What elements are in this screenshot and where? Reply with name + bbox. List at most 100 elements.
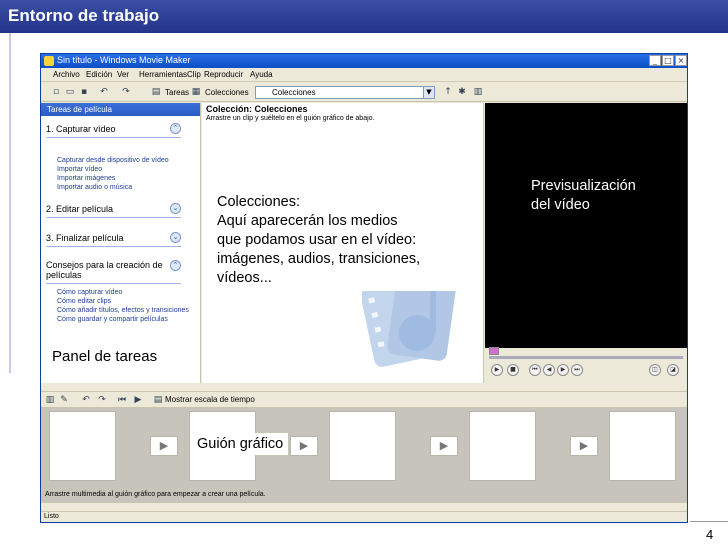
redo-icon[interactable]: ↷ [97, 395, 107, 405]
rewind-storyboard-icon[interactable]: ⏮ [117, 395, 127, 405]
slide-title: Entorno de trabajo [8, 6, 160, 25]
storyboard-toolbar: ▥ ✎ ↶ ↷ ⏮ ▶ ▤ Mostrar escala de tiempo [41, 391, 687, 408]
storyboard[interactable]: ▶ ▶ ▶ ▶ Arrastre multimedia al guión grá… [41, 408, 687, 503]
collection-select[interactable]: Colecciones ▼ [255, 86, 435, 99]
undo-icon[interactable]: ↶ [81, 395, 91, 405]
menu-ver[interactable]: Ver [117, 70, 129, 79]
app-icon [44, 56, 54, 66]
up-one-level-icon[interactable]: ↑ [443, 87, 453, 97]
views-icon[interactable]: ▥ [473, 87, 483, 97]
menu-edicion[interactable]: Edición [86, 70, 112, 79]
expand-section-icon[interactable]: ⌄ [170, 203, 181, 214]
annotation-line: vídeos... [217, 270, 272, 286]
collection-subtitle: Arrastre un clip y suéltelo en el guión … [206, 115, 375, 122]
menu-reproducir[interactable]: Reproducir [204, 70, 243, 79]
show-timeline-button[interactable]: Mostrar escala de tiempo [165, 395, 255, 404]
annotation-line: Colecciones: [217, 194, 301, 210]
menu-herramientas[interactable]: Herramientas [139, 70, 187, 79]
split-icon[interactable] [489, 347, 499, 355]
save-project-icon[interactable]: ▪ [79, 87, 89, 97]
close-button[interactable]: × [675, 55, 687, 66]
transition-slot[interactable]: ▶ [150, 436, 178, 456]
collection-select-value: Colecciones [272, 88, 316, 97]
forward-icon[interactable]: ▶ [557, 364, 569, 376]
maximize-button[interactable]: □ [662, 55, 674, 66]
menu-bar: Archivo Edición Ver Herramientas Clip Re… [41, 68, 687, 82]
collections-button[interactable]: Colecciones [205, 88, 249, 97]
window-title: Sin título - Windows Movie Maker [57, 55, 191, 65]
storyboard-frame[interactable] [469, 411, 536, 481]
task-section-finish[interactable]: 3. Finalizar película [46, 233, 124, 243]
task-link[interactable]: Importar imágenes [57, 175, 115, 182]
task-panel: Tareas de película 1. Capturar vídeo ⌃ C… [41, 103, 201, 383]
section-divider [46, 217, 181, 218]
task-link[interactable]: Cómo capturar vídeo [57, 289, 122, 296]
play-storyboard-icon[interactable]: ▶ [133, 395, 143, 405]
collections-pane-icon[interactable]: ▦ [191, 87, 201, 97]
annotation-line: Aquí aparecerán los medios [217, 213, 398, 229]
annotation-line: del vídeo [531, 197, 590, 213]
tasks-pane-icon[interactable]: ▤ [151, 87, 161, 97]
horizontal-scrollbar[interactable] [41, 502, 687, 510]
tasks-button[interactable]: Tareas [165, 88, 189, 97]
redo-icon[interactable]: ↷ [121, 87, 131, 97]
section-divider [46, 246, 181, 247]
previous-icon[interactable]: ⏮ [529, 364, 541, 376]
snapshot-icon[interactable]: ◪ [667, 364, 679, 376]
timeline-icon[interactable]: ▤ [153, 395, 163, 405]
task-section-edit[interactable]: 2. Editar película [46, 204, 113, 214]
stop-icon[interactable]: ■ [507, 364, 519, 376]
rewind-icon[interactable]: ◀ [543, 364, 555, 376]
menu-clip[interactable]: Clip [187, 70, 201, 79]
split-clip-icon[interactable]: ◫ [649, 364, 661, 376]
status-bar: Listo [41, 511, 687, 522]
task-link[interactable]: Cómo editar clips [57, 298, 111, 305]
task-section-tips[interactable]: Consejos para la creación de películas [46, 260, 166, 280]
collapse-section-icon[interactable]: ⌃ [170, 260, 181, 271]
minimize-button[interactable]: _ [649, 55, 661, 66]
undo-icon[interactable]: ↶ [99, 87, 109, 97]
task-link[interactable]: Importar vídeo [57, 166, 102, 173]
collection-title: Colección: Colecciones [206, 104, 308, 114]
collections-annotation: Colecciones: Aquí aparecerán los medios … [212, 190, 480, 291]
slide-left-rule [9, 33, 11, 373]
new-project-icon[interactable]: ▫ [51, 87, 61, 97]
annotation-line: que podamos usar en el vídeo: [217, 232, 417, 248]
menu-archivo[interactable]: Archivo [53, 70, 80, 79]
video-preview-monitor[interactable] [485, 103, 687, 348]
task-link[interactable]: Cómo añadir títulos, efectos y transicio… [57, 307, 189, 314]
task-link[interactable]: Capturar desde dispositivo de vídeo [57, 157, 169, 164]
seek-bar[interactable] [489, 356, 683, 359]
menu-ayuda[interactable]: Ayuda [250, 70, 273, 79]
preview-annotation: Previsualización del vídeo [531, 177, 636, 215]
task-section-capture[interactable]: 1. Capturar vídeo [46, 124, 116, 134]
window-titlebar[interactable]: Sin título - Windows Movie Maker _ □ × [41, 54, 687, 68]
transition-slot[interactable]: ▶ [570, 436, 598, 456]
footer-rule [690, 521, 728, 522]
annotation-line: Previsualización [531, 178, 636, 194]
next-icon[interactable]: ⏭ [571, 364, 583, 376]
slide: Entorno de trabajo Sin título - Windows … [0, 0, 728, 546]
play-icon[interactable]: ▶ [491, 364, 503, 376]
zoom-icon[interactable]: ▥ [45, 395, 55, 405]
task-panel-header: Tareas de película [41, 103, 200, 116]
transition-slot[interactable]: ▶ [430, 436, 458, 456]
open-project-icon[interactable]: ▭ [65, 87, 75, 97]
section-divider [46, 283, 181, 284]
narrate-icon[interactable]: ✎ [59, 395, 69, 405]
collapse-section-icon[interactable]: ⌃ [170, 123, 181, 134]
preview-controls: ▶ ■ ⏮ ◀ ▶ ⏭ ◫ ◪ [485, 347, 687, 383]
task-link[interactable]: Cómo guardar y compartir películas [57, 316, 168, 323]
task-panel-title: Tareas de película [47, 105, 112, 114]
expand-section-icon[interactable]: ⌄ [170, 232, 181, 243]
slide-header: Entorno de trabajo [0, 0, 728, 33]
new-collection-icon[interactable]: ✱ [457, 87, 467, 97]
toolbar: ▫ ▭ ▪ ↶ ↷ ▤ Tareas ▦ Colecciones Colecci… [41, 83, 687, 102]
task-link[interactable]: Importar audio o música [57, 184, 132, 191]
chevron-down-icon[interactable]: ▼ [423, 87, 434, 98]
storyboard-frame[interactable] [609, 411, 676, 481]
storyboard-frame[interactable] [49, 411, 116, 481]
transition-slot[interactable]: ▶ [290, 436, 318, 456]
annotation-line: imágenes, audios, transiciones, [217, 251, 421, 267]
storyboard-frame[interactable] [329, 411, 396, 481]
